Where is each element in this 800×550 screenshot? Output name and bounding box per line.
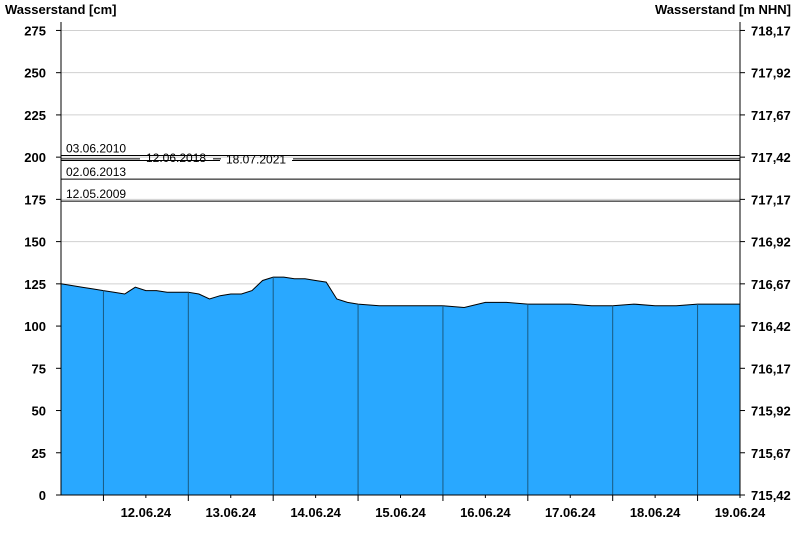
x-tick-label: 12.06.24 (121, 505, 172, 520)
right-tick-label: 717,42 (751, 150, 791, 165)
x-tick-label: 14.06.24 (290, 505, 341, 520)
left-tick-label: 25 (32, 446, 46, 461)
reference-label: 03.06.2010 (66, 141, 126, 155)
left-tick-label: 175 (24, 192, 46, 207)
left-tick-label: 275 (24, 23, 46, 38)
right-tick-label: 716,42 (751, 319, 791, 334)
left-tick-label: 125 (24, 277, 46, 292)
left-tick-label: 0 (39, 488, 46, 503)
right-tick-label: 715,42 (751, 488, 791, 503)
right-tick-label: 717,17 (751, 192, 791, 207)
right-tick-label: 718,17 (751, 23, 791, 38)
right-axis-title: Wasserstand [m NHN] (655, 2, 791, 17)
right-tick-label: 717,92 (751, 66, 791, 81)
left-tick-label: 250 (24, 66, 46, 81)
reference-label: 18.07.2021 (226, 153, 286, 167)
left-tick-label: 200 (24, 150, 46, 165)
right-tick-label: 716,67 (751, 277, 791, 292)
left-tick-label: 50 (32, 404, 46, 419)
reference-label: 12.05.2009 (66, 187, 126, 201)
water-level-area (60, 276, 740, 495)
x-tick-label: 19.06.24 (715, 505, 766, 520)
x-tick-label: 13.06.24 (205, 505, 256, 520)
left-tick-label: 225 (24, 108, 46, 123)
right-tick-label: 717,67 (751, 108, 791, 123)
right-tick-label: 715,67 (751, 446, 791, 461)
reference-levels: 03.06.2010 12.06.2018 18.07.2021 02.06.2013… (61, 141, 740, 202)
x-tick-label: 17.06.24 (545, 505, 596, 520)
water-level-chart: Wasserstand [cm] Wasserstand [m NHN] 03.… (5, 2, 791, 520)
left-tick-label: 75 (32, 361, 46, 376)
left-axis-title: Wasserstand [cm] (5, 2, 117, 17)
left-tick-label: 150 (24, 235, 46, 250)
x-tick-label: 15.06.24 (375, 505, 426, 520)
reference-label: 12.06.2018 (146, 151, 206, 165)
x-tick-label: 16.06.24 (460, 505, 511, 520)
right-tick-label: 715,92 (751, 404, 791, 419)
x-tick-label: 18.06.24 (630, 505, 681, 520)
water-level-fill (61, 277, 740, 495)
right-tick-label: 716,92 (751, 235, 791, 250)
reference-label: 02.06.2013 (66, 165, 126, 179)
left-tick-label: 100 (24, 319, 46, 334)
right-tick-label: 716,17 (751, 361, 791, 376)
